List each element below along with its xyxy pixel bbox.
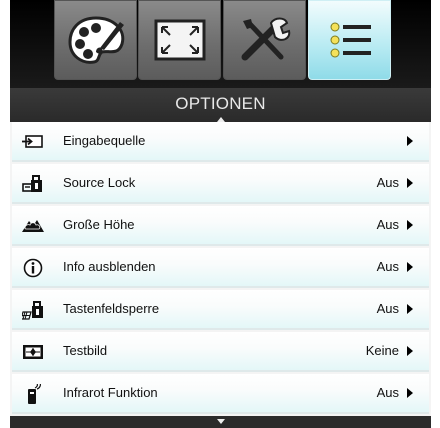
screen-resize-icon — [154, 19, 205, 61]
menu-item-label: Source Lock — [63, 175, 136, 190]
menu-footer-bar — [10, 416, 431, 428]
page-title: OPTIONEN — [175, 94, 266, 113]
menu-title-bar: OPTIONEN — [10, 88, 431, 122]
menu-item-label: Große Höhe — [63, 217, 135, 232]
menu-item-infrarot-funktion[interactable]: Infrarot Funktion Aus — [12, 374, 429, 414]
menu-item-value: Aus — [376, 301, 399, 316]
menu-item-testbild[interactable]: Testbild Keine — [12, 332, 429, 372]
keypad-lock-icon — [22, 301, 43, 320]
submenu-arrow-icon[interactable] — [407, 178, 413, 188]
options-list: Eingabequelle Source Lock Aus Große Höhe — [10, 122, 431, 416]
submenu-arrow-icon[interactable] — [407, 262, 413, 272]
infrared-remote-icon — [28, 384, 41, 404]
tab-bar — [10, 0, 431, 88]
menu-item-value: Aus — [376, 385, 399, 400]
info-icon — [23, 258, 43, 278]
menu-item-value: Keine — [365, 343, 399, 358]
submenu-arrow-icon[interactable] — [407, 220, 413, 230]
menu-item-label: Info ausblenden — [63, 259, 156, 274]
tools-icon — [241, 17, 290, 61]
tab-display[interactable] — [138, 0, 221, 80]
test-pattern-icon — [23, 345, 43, 359]
menu-item-grosse-hoehe[interactable]: Große Höhe Aus — [12, 206, 429, 246]
scroll-down-icon[interactable] — [216, 419, 225, 424]
osd-menu: OPTIONEN Eingabequelle Source Lock Aus G… — [10, 0, 431, 428]
menu-item-label: Tastenfeldsperre — [63, 301, 160, 316]
high-altitude-icon — [22, 220, 44, 232]
menu-item-value: Aus — [376, 259, 399, 274]
tab-image[interactable] — [54, 0, 137, 80]
submenu-arrow-icon[interactable] — [407, 136, 413, 146]
input-source-icon — [22, 135, 43, 148]
submenu-arrow-icon[interactable] — [407, 346, 413, 356]
menu-item-label: Infrarot Funktion — [63, 385, 158, 400]
menu-item-label: Eingabequelle — [63, 133, 146, 148]
menu-item-value: Aus — [376, 217, 399, 232]
tab-options[interactable] — [308, 0, 391, 80]
submenu-arrow-icon[interactable] — [407, 388, 413, 398]
submenu-arrow-icon[interactable] — [407, 304, 413, 314]
menu-item-source-lock[interactable]: Source Lock Aus — [12, 164, 429, 204]
palette-icon — [67, 16, 124, 64]
source-lock-icon — [22, 175, 42, 192]
menu-item-value: Aus — [376, 175, 399, 190]
tab-setup[interactable] — [223, 0, 306, 80]
menu-item-eingabequelle[interactable]: Eingabequelle — [12, 122, 429, 162]
menu-item-info-ausblenden[interactable]: Info ausblenden Aus — [12, 248, 429, 288]
menu-item-label: Testbild — [63, 343, 108, 358]
menu-item-tastenfeldsperre[interactable]: Tastenfeldsperre Aus — [12, 290, 429, 330]
menu-list-icon — [330, 22, 371, 58]
